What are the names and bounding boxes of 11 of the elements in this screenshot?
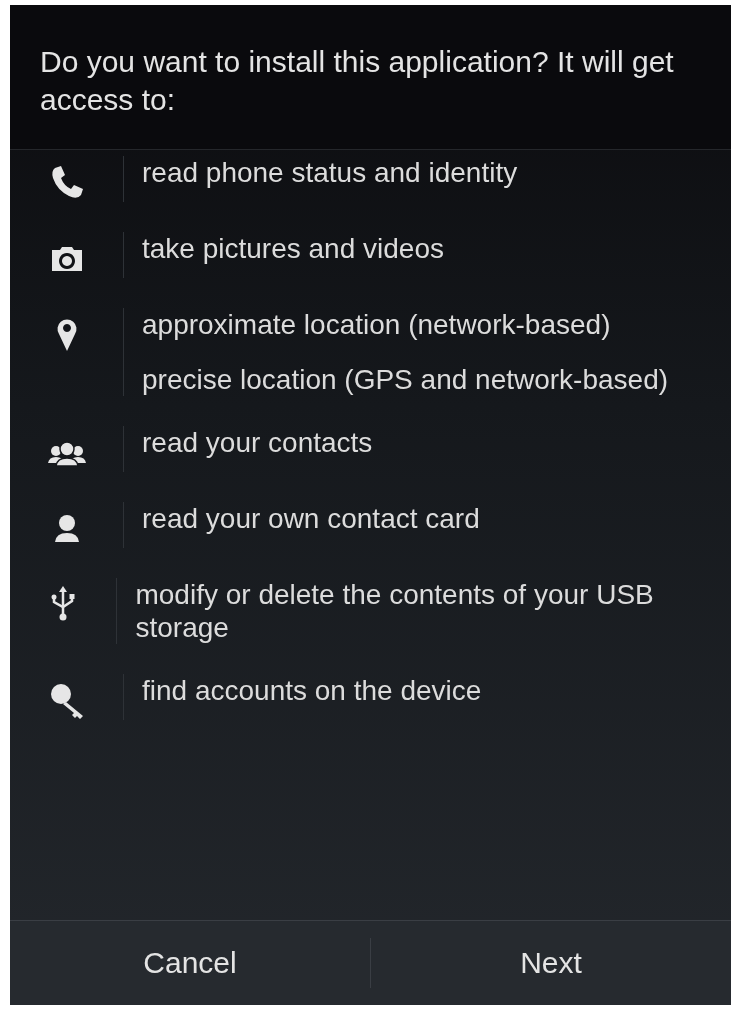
permission-text: read your contacts	[142, 426, 373, 459]
permission-text: take pictures and videos	[142, 232, 444, 265]
permission-text: modify or delete the contents of your USB storage	[135, 578, 655, 644]
permission-text: precise location (GPS and network-based)	[142, 363, 669, 396]
dialog-button[interactable]: Next	[371, 921, 731, 1005]
dialog-title: Do you want to install this application? It will get access to:	[40, 44, 675, 118]
permission-text: find accounts on the device	[142, 674, 482, 707]
permission-text: approximate location (network-based)	[142, 308, 612, 341]
dialog-button[interactable]: Cancel	[10, 921, 370, 1005]
permission-text: read phone status and identity	[142, 156, 518, 189]
permission-text: read your own contact card	[142, 502, 480, 535]
